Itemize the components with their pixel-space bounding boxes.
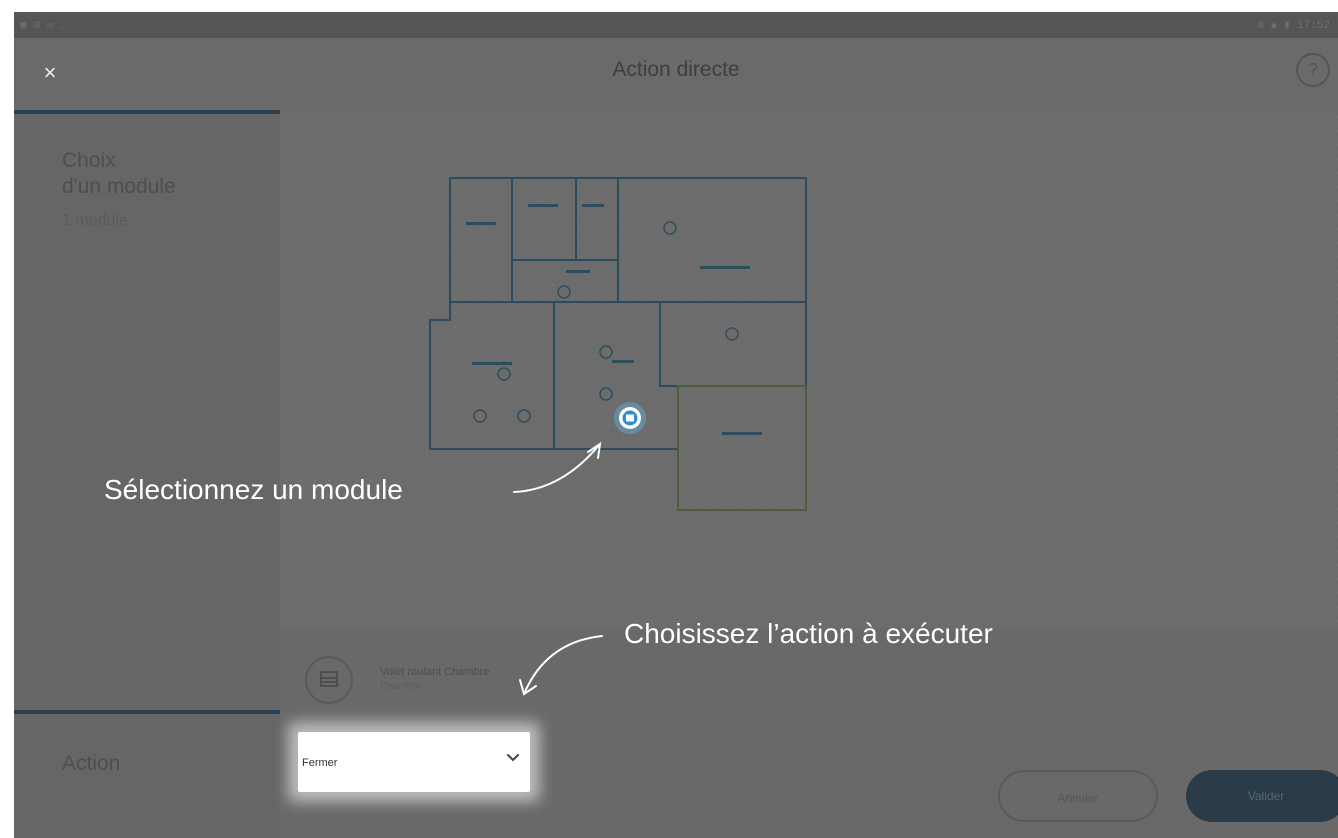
room-label [528,204,558,207]
app-window: ▣ ⊡ ✉ … ⚙ ▲ ▮ 17:52 × Action directe ? C… [14,12,1338,838]
plan-terrace [677,385,807,511]
status-icons-left: ▣ ⊡ ✉ … [20,20,67,32]
step-module-title[interactable]: Choix d'un module [62,148,176,200]
room-label [612,360,634,363]
roller-shutter-glyph [320,671,338,687]
step-active-indicator [14,110,280,114]
module-room: Chambre [380,681,422,692]
blind-icon [626,414,634,422]
plan-wall [618,301,678,387]
step-module-title-line2: d'un module [62,175,176,198]
device-icon[interactable] [497,367,511,381]
selected-module-marker[interactable] [614,402,646,434]
action-select[interactable]: Fermer [298,732,530,792]
device-icon[interactable] [557,285,571,299]
module-action-panel: Volet roulant Chambre Chambre Fermer Ann… [280,628,1338,838]
device-icon[interactable] [599,345,613,359]
device-icon[interactable] [599,387,613,401]
module-name: Volet roulant Chambre [380,666,490,678]
help-button[interactable]: ? [1296,53,1330,87]
room-label [700,266,750,269]
device-icon[interactable] [517,409,531,423]
device-icon[interactable] [725,327,739,341]
room-label [472,362,512,365]
plan-upper-outline [449,177,807,303]
device-icon[interactable] [663,221,677,235]
page-title: Action directe [612,58,740,81]
room-label [722,432,762,435]
chevron-down-icon [507,754,519,761]
step-module-count: 1 module [62,212,128,229]
validate-button[interactable]: Valider [1186,770,1338,822]
roller-shutter-icon [305,656,353,704]
floor-plan [429,177,807,511]
callout-select-module: Sélectionnez un module [104,474,403,505]
main-panel: Volet roulant Chambre Chambre Fermer Ann… [280,110,1338,838]
status-icons-right: ⚙ ▲ ▮ 17:52 [1257,20,1330,32]
action-select-value: Fermer [302,757,338,769]
step-action-indicator [14,710,280,714]
device-icon[interactable] [473,409,487,423]
room-label [566,270,590,273]
room-label [582,204,604,207]
cancel-button[interactable]: Annuler [998,770,1158,822]
status-bar: ▣ ⊡ ✉ … ⚙ ▲ ▮ 17:52 [14,12,1338,38]
step-action-title[interactable]: Action [62,752,120,776]
room-label [466,222,496,225]
title-bar: × Action directe ? [14,38,1338,110]
step-module-title-line1: Choix [62,149,116,172]
callout-choose-action: Choisissez l’action à exécuter [624,618,993,649]
